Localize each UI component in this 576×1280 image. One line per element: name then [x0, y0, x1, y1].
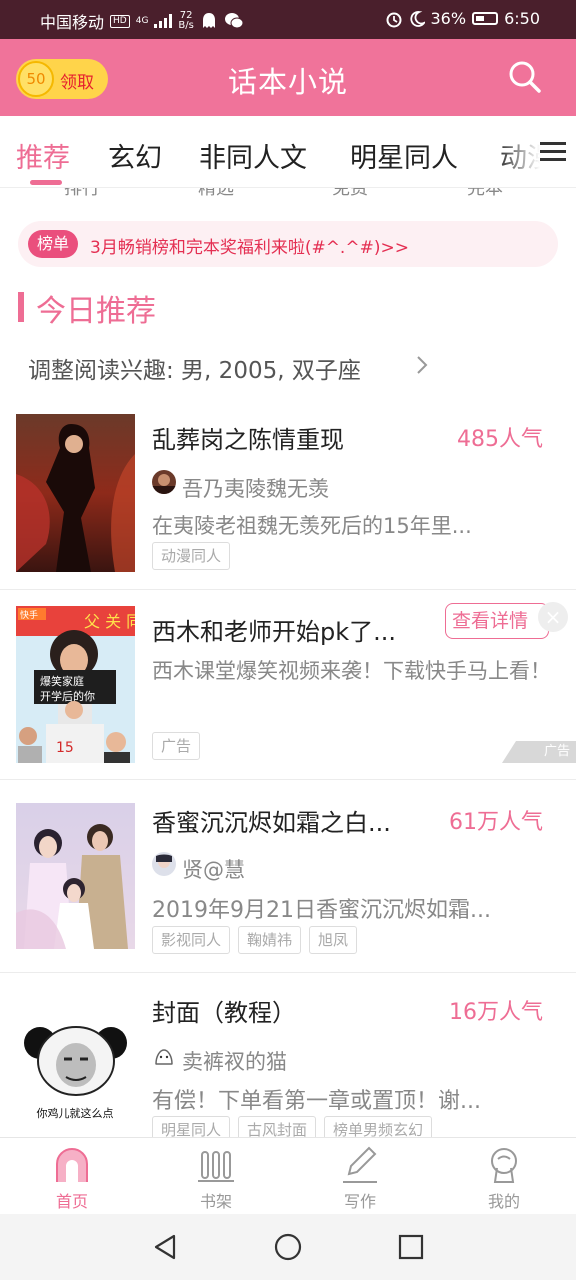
- category-tabs: 推荐 玄幻 非同人文 明星同人 动漫: [0, 116, 576, 188]
- home-circle-icon[interactable]: [273, 1232, 303, 1262]
- list-item[interactable]: 乱葬岗之陈情重现 485人气 吾乃夷陵魏无羡 在夷陵老祖魏无羡死后的15年里..…: [0, 398, 576, 590]
- clock: 6:50: [504, 9, 540, 28]
- book-description: 在夷陵老祖魏无羡死后的15年里...: [152, 514, 472, 538]
- carrier-name: 中国移动: [40, 13, 105, 32]
- svg-text:爆笑家庭: 爆笑家庭: [40, 674, 84, 688]
- alarm-icon: [386, 12, 401, 27]
- tab-celebrity-fanfic[interactable]: 明星同人: [350, 136, 458, 175]
- quick-links: 排行 精选 免费 完本: [0, 188, 576, 202]
- tag-row: 影视同人 鞠婧祎 旭凤: [152, 926, 358, 954]
- nav-bookshelf[interactable]: 书架: [144, 1138, 288, 1215]
- ad-tag: 广告: [152, 732, 201, 760]
- wechat-notification-icon: [224, 13, 244, 29]
- back-icon[interactable]: [150, 1232, 180, 1262]
- notice-badge: 榜单: [28, 230, 78, 258]
- notice-banner[interactable]: 榜单 3月畅销榜和完本奖福利来啦(#^.^#)>>: [18, 221, 558, 267]
- profile-icon: [491, 1148, 517, 1183]
- nav-profile[interactable]: 我的: [432, 1138, 576, 1215]
- svg-text:开学后的你: 开学后的你: [40, 689, 95, 703]
- reading-interest-link[interactable]: 调整阅读兴趣: 男, 2005, 双子座: [28, 351, 361, 385]
- nav-home[interactable]: 首页: [0, 1138, 144, 1215]
- quick-link-ranking[interactable]: 排行: [64, 188, 100, 200]
- tag-row: 广告: [152, 732, 201, 760]
- ad-description: 西木课堂爆笑视频来袭！下载快手马上看！: [152, 659, 551, 683]
- tag-row: 动漫同人: [152, 542, 231, 570]
- quick-link-free[interactable]: 免费: [332, 188, 368, 200]
- ghost-notification-icon: [202, 13, 215, 28]
- nav-home-label: 首页: [55, 1192, 88, 1211]
- moon-icon: [409, 10, 425, 27]
- pen-icon: [343, 1146, 377, 1183]
- section-title: 今日推荐: [36, 294, 156, 329]
- list-item[interactable]: 香蜜沉沉烬如霜之白... 61万人气 贤@慧 2019年9月21日香蜜沉沉烬如霜…: [0, 781, 576, 973]
- close-icon[interactable]: ×: [538, 602, 568, 632]
- book-title[interactable]: 乱葬岗之陈情重现: [152, 420, 432, 455]
- app-title: 话本小说: [227, 65, 348, 99]
- popularity-count: 16万人气: [449, 1000, 543, 1025]
- ad-cover-brand: 快手: [20, 609, 38, 621]
- quick-link-completed[interactable]: 完本: [467, 188, 503, 200]
- network-type: 4G: [135, 16, 149, 26]
- app-header: 50 领取 话本小说: [0, 39, 576, 116]
- author-avatar: [152, 1044, 176, 1068]
- author-avatar: [152, 852, 176, 876]
- bookshelf-icon: [198, 1151, 234, 1182]
- quick-link-featured[interactable]: 精选: [198, 188, 234, 200]
- book-cover[interactable]: [16, 803, 135, 949]
- section-accent-bar: [18, 292, 24, 322]
- ad-cover[interactable]: 父 关 同 快手 爆笑家庭 开学后的你 15: [16, 606, 135, 763]
- signal-icon: [154, 14, 173, 28]
- meme-caption: 你鸡儿就这么点: [37, 1106, 114, 1120]
- hd-badge: HD: [110, 14, 130, 28]
- notice-text: 3月畅销榜和完本奖福利来啦(#^.^#)>>: [90, 238, 409, 258]
- tag[interactable]: 旭凤: [309, 926, 358, 954]
- tab-xuanhuan[interactable]: 玄幻: [108, 136, 162, 175]
- battery-icon: [472, 12, 499, 25]
- nav-bookshelf-label: 书架: [199, 1192, 232, 1211]
- ad-title[interactable]: 西木和老师开始pk了...: [152, 612, 434, 647]
- book-cover[interactable]: [16, 414, 135, 572]
- net-speed: 72 B/s: [178, 10, 194, 31]
- tab-recommend[interactable]: 推荐: [16, 136, 70, 175]
- book-cover[interactable]: 你鸡儿就这么点: [16, 1017, 135, 1127]
- book-title[interactable]: 香蜜沉沉烬如霜之白...: [152, 803, 428, 838]
- recents-icon[interactable]: [396, 1232, 426, 1262]
- home-icon: [56, 1148, 88, 1182]
- bottom-nav: 首页 书架 写作 我的: [0, 1137, 576, 1214]
- ad-cover-jersey: 15: [56, 740, 74, 756]
- menu-icon[interactable]: [540, 142, 566, 162]
- popularity-count: 61万人气: [449, 810, 543, 835]
- book-description: 2019年9月21日香蜜沉沉烬如霜...: [152, 898, 491, 923]
- author-name[interactable]: 卖裤衩的猫: [182, 1046, 287, 1076]
- tag[interactable]: 动漫同人: [152, 542, 231, 570]
- chevron-right-icon[interactable]: [414, 354, 430, 376]
- ad-item[interactable]: 父 关 同 快手 爆笑家庭 开学后的你 15 西木和老师开始pk了... 查看详…: [0, 590, 576, 780]
- nav-write-label: 写作: [343, 1192, 376, 1211]
- author-name[interactable]: 吾乃夷陵魏无羡: [182, 473, 329, 503]
- tag[interactable]: 鞠婧祎: [238, 926, 302, 954]
- nav-profile-label: 我的: [487, 1192, 520, 1211]
- tag[interactable]: 影视同人: [152, 926, 231, 954]
- author-avatar: [152, 470, 176, 494]
- tab-non-fanfic[interactable]: 非同人文: [199, 136, 307, 175]
- popularity-count: 485人气: [457, 427, 543, 452]
- tab-indicator: [30, 180, 62, 185]
- ad-corner-badge: 广告: [502, 741, 576, 763]
- nav-write[interactable]: 写作: [288, 1138, 432, 1215]
- book-description: 有偿！下单看第一章或置顶！谢...: [152, 1089, 481, 1114]
- search-icon[interactable]: [508, 60, 542, 94]
- system-nav-bar: [0, 1214, 576, 1280]
- status-bar: 中国移动 HD 4G 72 B/s 36% 6:50: [0, 0, 576, 39]
- author-name[interactable]: 贤@慧: [182, 854, 245, 884]
- book-title[interactable]: 封面（教程）: [152, 993, 412, 1028]
- battery-percent: 36%: [430, 9, 467, 28]
- ad-cover-top-text: 父 关 同: [84, 612, 135, 631]
- list-item[interactable]: 你鸡儿就这么点 封面（教程） 16万人气 卖裤衩的猫 有偿！下单看第一章或置顶！…: [0, 973, 576, 1153]
- view-details-button[interactable]: 查看详情: [445, 603, 549, 639]
